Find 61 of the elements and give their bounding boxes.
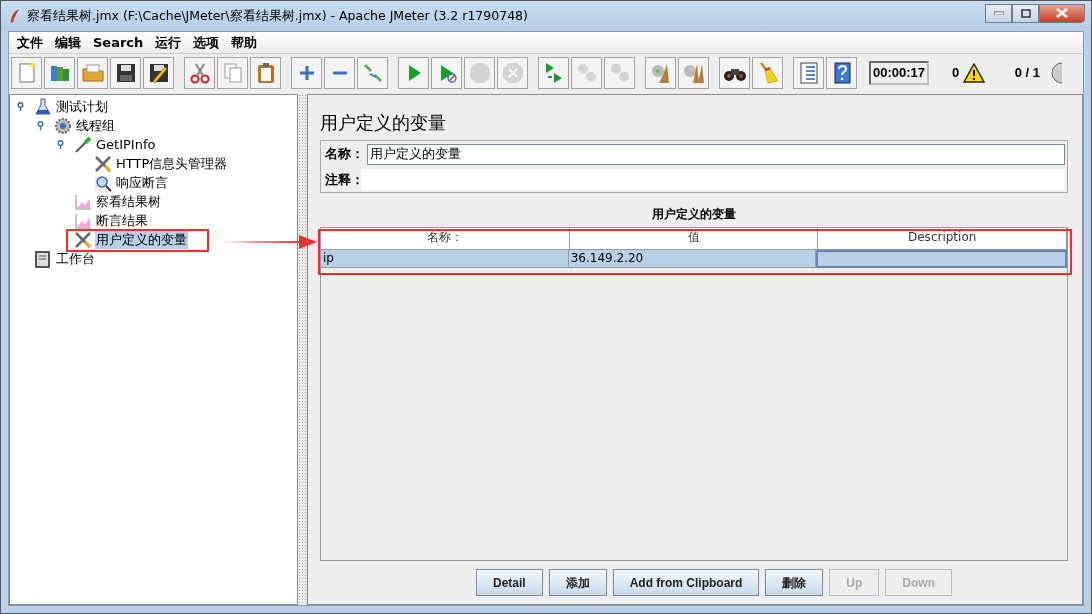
tree-item[interactable]: 工作台 [55, 248, 96, 269]
expand-handle[interactable] [36, 121, 45, 130]
clipboard-icon [34, 249, 52, 268]
tree-item[interactable]: HTTP信息头管理器 [115, 153, 229, 174]
expand-handle[interactable] [56, 140, 65, 149]
menu-item[interactable]: Search [87, 32, 150, 53]
expand-handle[interactable] [16, 102, 25, 111]
table-cell[interactable] [816, 250, 1067, 269]
panel-title: 用户定义的变量 [320, 111, 447, 135]
maximize-icon [1020, 8, 1031, 18]
tree-item[interactable]: GetIPInfo [95, 134, 157, 155]
tree-item[interactable]: 响应断言 [115, 172, 169, 193]
thread-count: 0 / 1 [1014, 64, 1041, 83]
tree-item[interactable]: 线程组 [75, 115, 116, 136]
table-title: 用户定义的变量 [651, 206, 737, 224]
table-cell: ip [321, 250, 569, 269]
magnifier-icon [94, 173, 112, 192]
chart-icon [74, 211, 92, 230]
menu-item[interactable]: 帮助 [225, 32, 264, 53]
splitter-handle[interactable] [298, 94, 307, 605]
flask-icon [34, 97, 52, 116]
toolbar-button[interactable] [826, 57, 857, 89]
action-button[interactable]: Detail [476, 569, 543, 596]
field-label: 名称： [324, 145, 365, 164]
chart-icon [74, 192, 92, 211]
tree-item[interactable]: 测试计划 [55, 96, 109, 117]
shutdown-icon [500, 61, 525, 85]
close-button[interactable] [1039, 3, 1085, 23]
dropper-icon [74, 135, 92, 154]
elapsed-time: 00:00:17 [869, 61, 930, 85]
maximize-button[interactable] [1012, 3, 1039, 23]
menu-item[interactable]: 选项 [187, 32, 226, 53]
toolbar-button[interactable] [143, 57, 174, 89]
menu-item[interactable]: 文件 [11, 32, 49, 53]
menu-item[interactable]: 编辑 [49, 32, 87, 53]
toolbar-button[interactable] [719, 57, 750, 89]
action-button[interactable]: Add from Clipboard [612, 569, 760, 596]
table-cell: 36.149.2.20 [568, 250, 817, 269]
minimize-button[interactable] [985, 3, 1012, 23]
action-button[interactable]: 添加 [548, 569, 607, 596]
minimize-icon [993, 11, 1004, 15]
tree-item[interactable]: 断言结果 [95, 210, 149, 231]
toolbar-button[interactable] [110, 57, 141, 89]
field-label: 注释： [324, 170, 365, 189]
name-field[interactable]: 用户定义的变量 [367, 143, 1065, 165]
error-count: 0 [952, 64, 960, 83]
action-button[interactable]: 删除 [765, 569, 824, 596]
menu-item[interactable]: 运行 [149, 32, 188, 53]
minus-icon [331, 71, 348, 75]
stop-icon [467, 61, 492, 85]
tools-icon [94, 154, 112, 173]
tree-item[interactable]: 用户定义的变量 [95, 229, 188, 250]
tools-icon [74, 230, 92, 249]
table-row[interactable]: ip 36.149.2.20 [321, 250, 1067, 269]
gear-icon [54, 116, 72, 135]
warning-icon [963, 63, 986, 83]
window-title: 察看结果树.jmx (F:\Cache\JMeter\察看结果树.jmx) - Apache JMeter (3.2 r1790748) [27, 6, 528, 25]
feather-icon [9, 8, 21, 24]
folder-icon [80, 61, 105, 85]
close-icon [1056, 8, 1068, 18]
tree-item[interactable]: 察看结果树 [95, 191, 162, 212]
